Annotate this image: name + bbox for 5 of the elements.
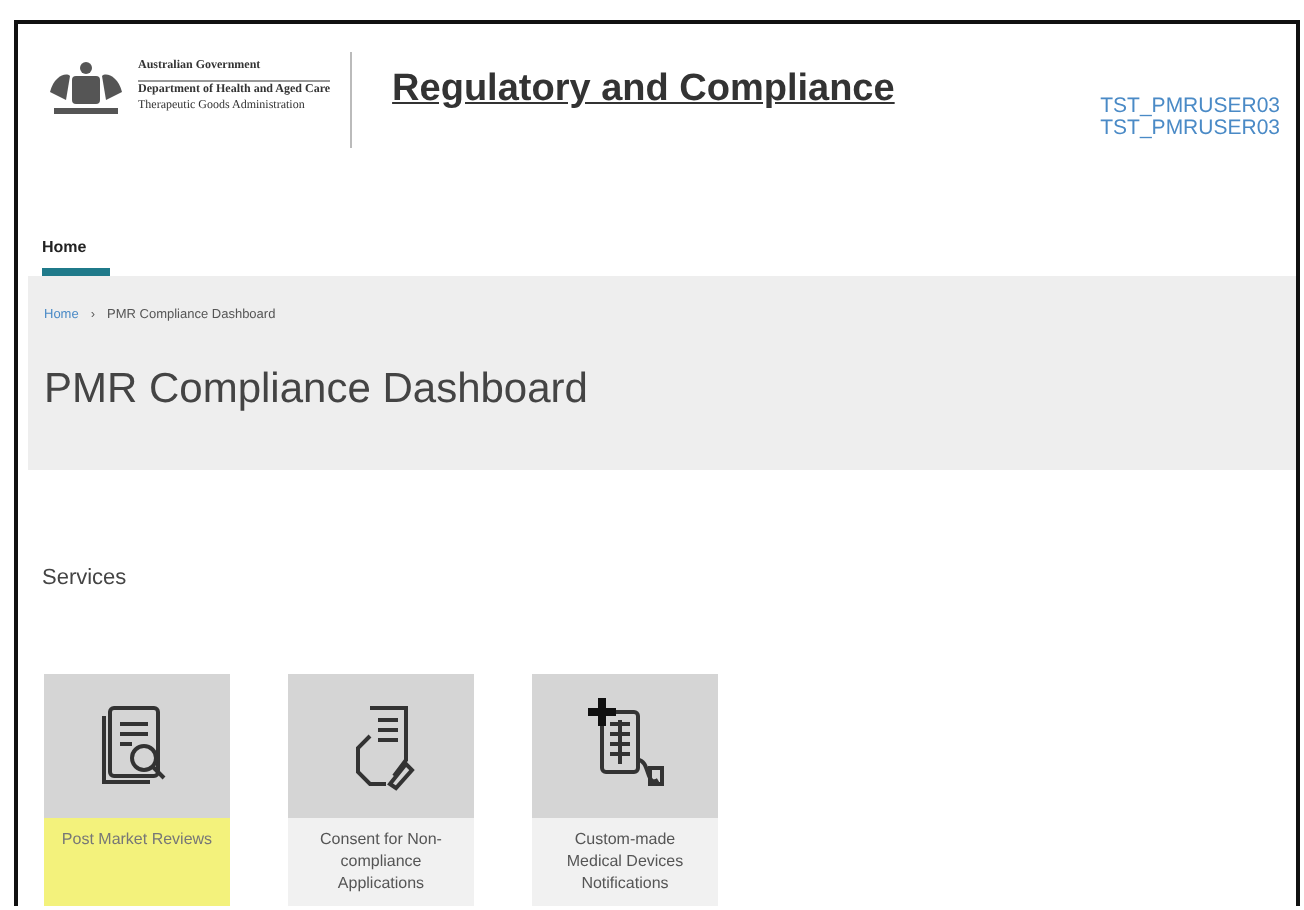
- site-title: Regulatory and Compliance: [392, 68, 895, 112]
- user-name: TST_PMRUSER03: [1100, 96, 1280, 119]
- user-name: TST_PMRUSER03: [1100, 118, 1280, 141]
- page-heading: PMR Compliance Dashboard: [44, 366, 590, 414]
- section-heading: Services: [42, 566, 129, 590]
